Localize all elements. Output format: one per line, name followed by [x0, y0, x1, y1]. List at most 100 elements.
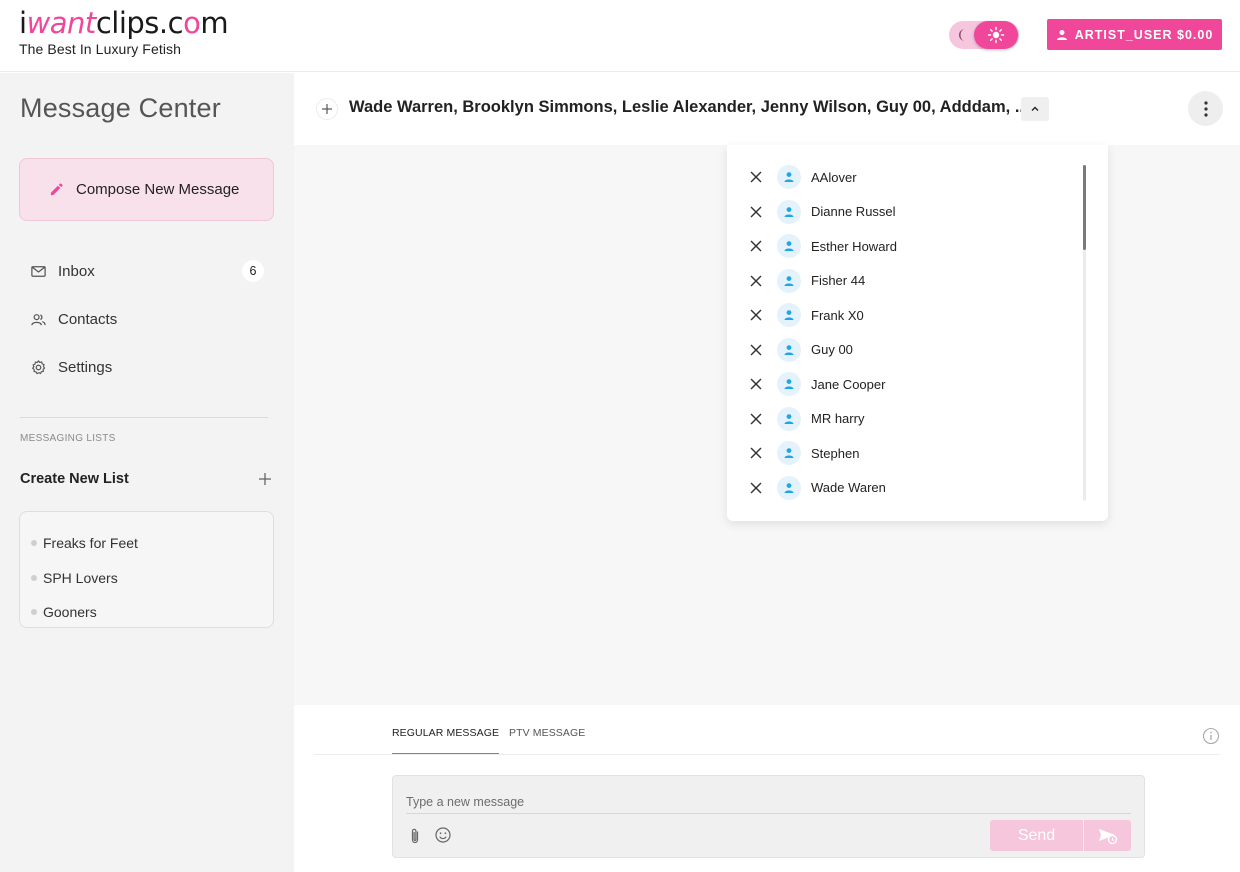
add-recipient-button[interactable]	[316, 98, 338, 120]
sidebar-item-contacts[interactable]: Contacts	[30, 307, 270, 331]
page-title: Message Center	[20, 93, 221, 123]
list-item-label: Gooners	[43, 604, 97, 621]
recipients-title: Wade Warren, Brooklyn Simmons, Leslie Al…	[349, 98, 1029, 116]
create-new-list-label[interactable]: Create New List	[20, 471, 129, 487]
collapse-recipients-button[interactable]	[1021, 97, 1049, 121]
recipient-row: Wade Waren	[727, 471, 1077, 506]
user-icon	[784, 482, 794, 493]
close-icon[interactable]	[749, 170, 763, 184]
recipient-name: Frank X0	[811, 307, 864, 323]
close-icon[interactable]	[749, 308, 763, 322]
close-icon[interactable]	[749, 205, 763, 219]
mail-icon	[31, 265, 46, 277]
recipient-row: MR harry	[727, 402, 1077, 437]
theme-toggle[interactable]	[949, 21, 1019, 49]
site-logo[interactable]: iwantclips.com The Best In Luxury Fetish	[19, 6, 229, 57]
bullet-icon	[31, 574, 37, 581]
logo-wordmark: iwantclips.com	[19, 6, 229, 40]
pencil-icon	[50, 183, 63, 196]
sidebar-item-inbox[interactable]: Inbox	[30, 259, 270, 283]
list-item[interactable]: SPH Lovers	[20, 561, 273, 596]
recipient-row: Guy 00	[727, 333, 1077, 368]
main-panel: Wade Warren, Brooklyn Simmons, Leslie Al…	[294, 73, 1240, 872]
moon-icon	[959, 29, 965, 41]
avatar	[777, 268, 801, 293]
logo-tagline: The Best In Luxury Fetish	[19, 41, 182, 57]
tab-ptv-message[interactable]: PTV MESSAGE	[509, 727, 585, 755]
recipient-row: Stephen	[727, 436, 1077, 471]
user-icon	[784, 448, 794, 459]
user-icon	[784, 206, 794, 217]
avatar	[777, 199, 801, 224]
close-icon[interactable]	[749, 343, 763, 357]
contacts-icon	[31, 313, 46, 325]
user-icon	[784, 275, 794, 286]
plus-icon	[322, 104, 332, 114]
sidebar-divider	[20, 417, 268, 418]
sun-icon	[987, 26, 1005, 44]
bullet-icon	[31, 540, 37, 547]
sidebar-item-label: Inbox	[58, 262, 95, 280]
close-icon[interactable]	[749, 274, 763, 288]
attachment-icon[interactable]	[408, 827, 422, 845]
avatar	[777, 165, 801, 190]
recipient-name: AAlover	[811, 169, 857, 185]
recipient-row: Esther Howard	[727, 229, 1077, 264]
scrollbar[interactable]	[1083, 165, 1086, 501]
close-icon[interactable]	[749, 446, 763, 460]
list-item[interactable]: Freaks for Feet	[20, 526, 273, 561]
sidebar-item-settings[interactable]: Settings	[30, 355, 270, 379]
user-icon	[784, 241, 794, 252]
conversation-header: Wade Warren, Brooklyn Simmons, Leslie Al…	[294, 73, 1240, 145]
avatar	[777, 406, 801, 431]
emoji-icon[interactable]	[434, 826, 452, 844]
user-account-button[interactable]: ARTIST_USER $0.00	[1047, 19, 1222, 50]
message-composer: REGULAR MESSAGE PTV MESSAGE Send	[294, 705, 1240, 872]
plus-icon[interactable]	[257, 471, 273, 487]
message-box: Send	[392, 775, 1145, 858]
tab-regular-message[interactable]: REGULAR MESSAGE	[392, 727, 500, 755]
send-button[interactable]: Send	[990, 820, 1083, 851]
more-vertical-icon	[1203, 100, 1208, 117]
sidebar-item-label: Settings	[58, 358, 113, 376]
close-icon[interactable]	[749, 377, 763, 391]
recipient-name: Jane Cooper	[811, 376, 886, 392]
info-icon[interactable]	[1202, 727, 1220, 745]
recipient-row: Dianne Russel	[727, 195, 1077, 230]
send-clock-icon	[1098, 828, 1117, 844]
avatar	[777, 372, 801, 397]
recipient-name: Wade Waren	[811, 480, 886, 496]
sidebar: Message Center Compose New Message Inbox…	[0, 73, 294, 872]
recipient-name: Fisher 44	[811, 273, 866, 289]
close-icon[interactable]	[749, 239, 763, 253]
top-header: iwantclips.com The Best In Luxury Fetish…	[0, 0, 1240, 72]
list-item-label: Freaks for Feet	[43, 535, 138, 552]
user-icon	[784, 310, 794, 321]
gear-icon	[32, 359, 46, 374]
send-scheduled-button[interactable]	[1084, 820, 1131, 851]
recipient-name: Stephen	[811, 445, 860, 461]
compose-button[interactable]: Compose New Message	[19, 158, 274, 221]
theme-toggle-knob[interactable]	[974, 21, 1018, 49]
bullet-icon	[31, 609, 37, 616]
recipient-name: MR harry	[811, 411, 865, 427]
list-item[interactable]: Gooners	[20, 595, 273, 630]
compose-label: Compose New Message	[76, 181, 240, 198]
close-icon[interactable]	[749, 412, 763, 426]
recipient-name: Guy 00	[811, 342, 853, 358]
recipient-name: Esther Howard	[811, 238, 897, 254]
avatar	[777, 475, 801, 500]
scrollbar-thumb[interactable]	[1083, 165, 1086, 250]
recipient-name: Dianne Russel	[811, 204, 896, 220]
close-icon[interactable]	[749, 481, 763, 495]
more-options-button[interactable]	[1188, 91, 1223, 126]
avatar	[777, 337, 801, 362]
user-icon	[784, 344, 794, 355]
user-icon	[784, 172, 794, 183]
message-input[interactable]	[406, 790, 1131, 814]
user-icon	[784, 379, 794, 390]
list-item-label: SPH Lovers	[43, 569, 118, 586]
user-account-label: ARTIST_USER $0.00	[1074, 27, 1214, 42]
sidebar-item-label: Contacts	[58, 310, 118, 328]
recipient-row: Fisher 44	[727, 264, 1077, 299]
